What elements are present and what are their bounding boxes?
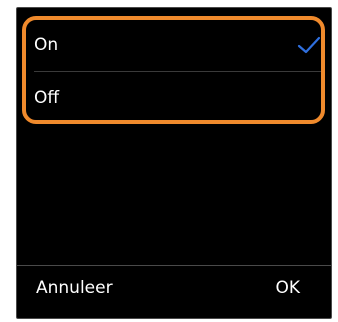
option-off[interactable]: Off (21, 73, 327, 123)
option-dialog: On Off Annuleer OK (16, 7, 332, 319)
option-on[interactable]: On (21, 20, 327, 70)
cancel-button[interactable]: Annuleer (36, 278, 113, 298)
ok-button[interactable]: OK (275, 278, 300, 298)
options-divider (34, 71, 324, 72)
option-on-label: On (34, 35, 59, 55)
option-off-label: Off (34, 88, 60, 108)
checkmark-icon (297, 36, 321, 54)
dialog-footer: Annuleer OK (17, 266, 331, 318)
